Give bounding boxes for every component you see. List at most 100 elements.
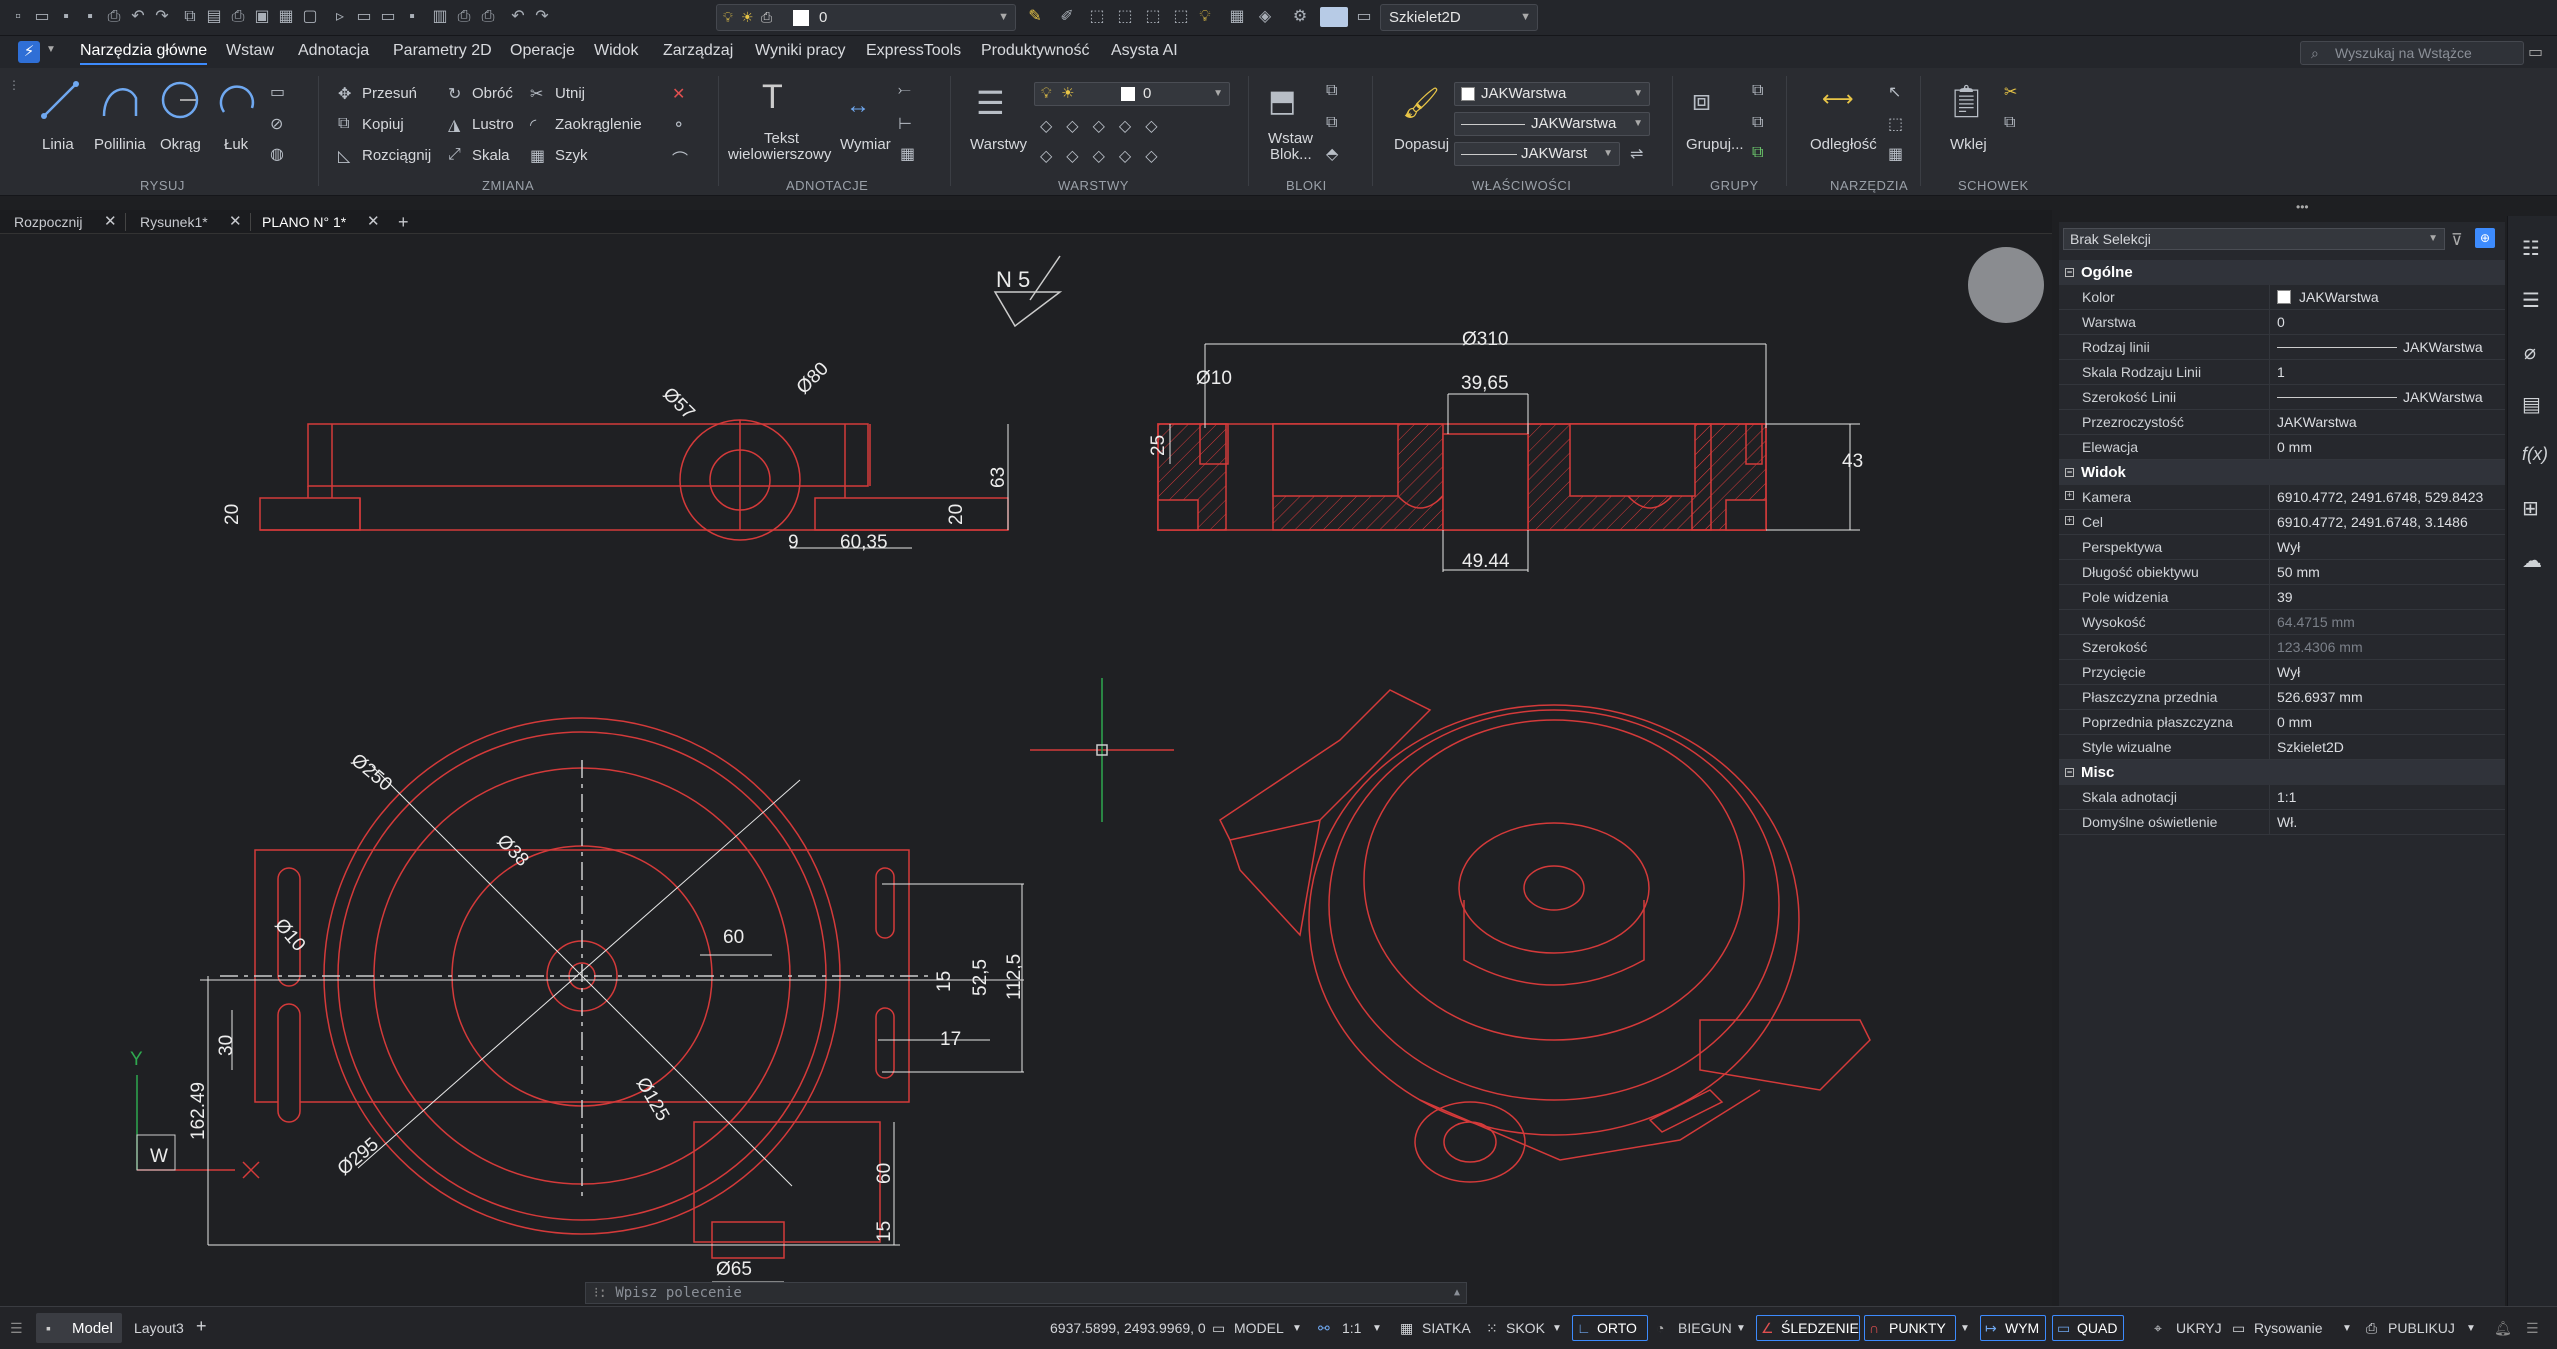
polyline-icon[interactable] xyxy=(98,78,142,122)
window-select-icon[interactable]: ⬚ xyxy=(1115,7,1135,27)
arc-icon[interactable] xyxy=(216,78,260,122)
command-input[interactable]: ⁝: Wpisz polecenie ▲ xyxy=(585,1282,1467,1304)
match-properties-icon[interactable]: 🖌︎ xyxy=(1402,86,1440,121)
circle-icon[interactable] xyxy=(158,78,202,122)
layer-tools-icon[interactable]: ◇◇◇◇◇ xyxy=(1040,116,1172,136)
print2-icon[interactable]: ⎙ xyxy=(478,7,498,27)
prop-row-fov[interactable]: Pole widzenia 39 xyxy=(2059,585,2505,610)
cut-icon[interactable]: ✂ xyxy=(2004,82,2017,102)
tab-operations[interactable]: Operacje xyxy=(510,42,575,60)
text-icon[interactable]: T xyxy=(762,78,783,117)
cloud-icon[interactable]: ☁ xyxy=(2522,548,2542,573)
tab-plano[interactable]: PLANO N° 1* xyxy=(262,210,346,234)
move-button[interactable]: Przesuń xyxy=(362,85,417,102)
add-layout-icon[interactable]: + xyxy=(196,1316,207,1337)
window-icon[interactable]: ▭ xyxy=(378,7,398,27)
dynamic-dim-toggle[interactable]: ↦ WYM xyxy=(1980,1315,2046,1341)
panel-grip-icon[interactable]: ••• xyxy=(2296,200,2309,214)
save-icon[interactable]: ▪ xyxy=(56,7,76,27)
model-tab[interactable]: ▪ Model xyxy=(36,1313,122,1343)
copy-button[interactable]: Kopiuj xyxy=(362,116,404,133)
undo2-icon[interactable]: ↶ xyxy=(508,7,528,27)
table-icon[interactable]: ▦ xyxy=(1227,7,1247,27)
group-edit-icon[interactable]: ⧉ xyxy=(1752,114,1763,132)
expand-icon[interactable]: + xyxy=(2065,491,2074,500)
ungroup-icon[interactable]: ⧉ xyxy=(1752,82,1763,100)
stretch-button[interactable]: Rozciągnij xyxy=(362,147,431,164)
copy-clipboard-icon[interactable]: ⧉ xyxy=(2004,114,2015,132)
drawing-canvas[interactable]: N 5 Ø57 Ø80 63 20 20 9 60,35 Ø310 Ø10 39… xyxy=(0,234,2052,1306)
publish-button[interactable]: PUBLIKUJ xyxy=(2388,1320,2455,1336)
section-general[interactable]: − Ogólne xyxy=(2059,260,2505,285)
close-icon[interactable]: ✕ xyxy=(367,210,380,234)
export-icon[interactable]: ▦ xyxy=(276,7,296,27)
quick-select-icon[interactable]: ⬚ xyxy=(1888,114,1903,134)
filter-icon[interactable]: ⊽ xyxy=(2451,230,2463,250)
section-view[interactable]: − Widok xyxy=(2059,460,2505,485)
zoom-window-icon[interactable]: ⬚ xyxy=(1171,7,1191,27)
select-tool-icon[interactable]: ↖ xyxy=(1888,82,1901,102)
tab-home[interactable]: Narzędzia główne xyxy=(80,42,208,65)
tab-start[interactable]: Rozpocznij xyxy=(14,210,82,234)
close-file-icon[interactable]: ▢ xyxy=(300,7,320,27)
array-button[interactable]: Szyk xyxy=(555,147,588,164)
library-icon[interactable]: ▤ xyxy=(2522,392,2541,417)
polyline-button[interactable]: Polilinia xyxy=(94,136,146,153)
linetype-selector[interactable]: JAKWarstwa ▼ xyxy=(1454,112,1650,136)
workspace-selector[interactable]: Rysowanie xyxy=(2254,1320,2322,1336)
tab-annotate[interactable]: Adnotacja xyxy=(298,42,369,60)
bell-icon[interactable]: 🔔︎ xyxy=(2494,1320,2512,1337)
layout-icon[interactable]: ▥ xyxy=(430,7,450,27)
copy-clip-icon[interactable]: ⧉ xyxy=(180,7,200,27)
structure-icon[interactable]: ⊞ xyxy=(2522,496,2539,521)
expand-icon[interactable]: + xyxy=(2065,516,2074,525)
menu-lines-icon[interactable]: ☰ xyxy=(2526,1320,2539,1337)
redo2-icon[interactable]: ↷ xyxy=(532,7,552,27)
render-icon[interactable]: ◈ xyxy=(1255,7,1275,27)
group-button[interactable]: Grupuj... xyxy=(1686,136,1744,153)
leader-icon[interactable]: ⤚ xyxy=(898,82,911,100)
explode-icon[interactable]: ⚬ xyxy=(672,115,685,135)
tab-parametric[interactable]: Parametry 2D xyxy=(393,42,492,60)
select-icon[interactable]: ⬚ xyxy=(1087,7,1107,27)
measure-icon[interactable]: ⟷ xyxy=(1822,86,1854,112)
chevron-down-icon[interactable]: ▼ xyxy=(46,44,56,55)
selection-dropdown[interactable]: Brak Selekcji ▼ xyxy=(2063,228,2445,250)
snap-toggle[interactable]: SKOK xyxy=(1506,1320,1545,1336)
layer-dropdown[interactable]: 💡︎ ☀ ⎙ 0 ▼ xyxy=(716,4,1016,31)
layout-tab[interactable]: Layout3 xyxy=(134,1320,184,1336)
new-tab-icon[interactable]: + xyxy=(398,210,409,234)
layer-selector[interactable]: 💡︎ ☀ 0 ▼ xyxy=(1034,82,1230,106)
insert-block-line1[interactable]: Wstaw xyxy=(1268,130,1313,147)
insert-block-icon[interactable]: ⬒ xyxy=(1268,84,1296,119)
prop-row-lens[interactable]: Długość obiektywu 50 mm xyxy=(2059,560,2505,585)
crossing-icon[interactable]: ⬚ xyxy=(1143,7,1163,27)
prop-row-target[interactable]: + Cel 6910.4772, 2491.6748, 3.1486 xyxy=(2059,510,2505,535)
rectangle-icon[interactable]: ▭ xyxy=(270,82,285,102)
workspace-icon[interactable] xyxy=(1320,7,1348,27)
circle-button[interactable]: Okrąg xyxy=(160,136,201,153)
mirror-button[interactable]: Lustro xyxy=(472,116,514,133)
prop-row-elevation[interactable]: Elewacja 0 mm xyxy=(2059,435,2505,460)
print-icon[interactable]: ⎙ xyxy=(228,7,248,27)
ribbon-search-input[interactable]: ⌕ Wyszukaj na Wstążce xyxy=(2300,41,2524,65)
tab-output[interactable]: Wyniki pracy xyxy=(755,42,846,60)
chevron-down-icon[interactable]: ▼ xyxy=(1552,1323,1562,1334)
prop-row-linetype[interactable]: Rodzaj linii JAKWarstwa xyxy=(2059,335,2505,360)
menu-lines-icon[interactable]: ☰ xyxy=(10,1320,23,1337)
save-as-icon[interactable]: ▪ xyxy=(80,7,100,27)
app-menu-icon[interactable]: ⚡︎ xyxy=(18,41,40,63)
color-selector[interactable]: JAKWarstwa ▼ xyxy=(1454,82,1650,106)
chevron-down-icon[interactable]: ▼ xyxy=(1292,1323,1302,1334)
pen-icon[interactable]: ✐ xyxy=(1057,7,1077,27)
chevron-up-icon[interactable]: ▲ xyxy=(1454,1283,1460,1303)
formula-icon[interactable]: f(x) xyxy=(2522,444,2548,465)
rotate-button[interactable]: Obróć xyxy=(472,85,513,102)
light-icon[interactable]: 💡︎ xyxy=(1195,7,1215,27)
quad-toggle[interactable]: ▭ QUAD xyxy=(2052,1315,2124,1341)
lineweight-toggle-icon[interactable]: ⇌ xyxy=(1630,144,1643,164)
annotation-scale[interactable]: 1:1 xyxy=(1342,1320,1361,1336)
osnap-toggle[interactable]: ∩ PUNKTY xyxy=(1864,1315,1956,1341)
paste-clipboard-icon[interactable]: 📋︎ xyxy=(1946,82,1987,120)
restore-icon[interactable]: ▭ xyxy=(2528,42,2543,62)
